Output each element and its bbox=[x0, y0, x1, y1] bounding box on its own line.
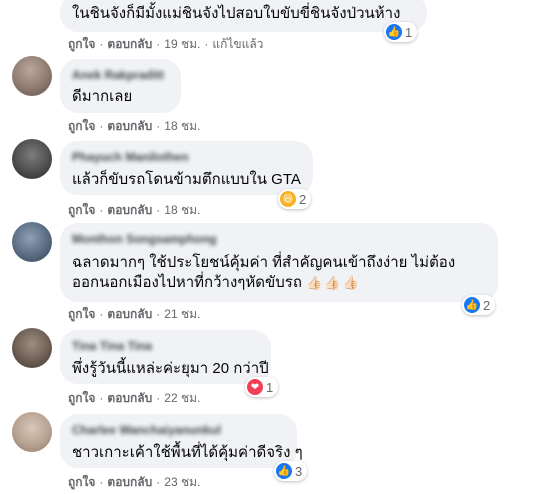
like-link[interactable]: ถูกใจ bbox=[68, 203, 95, 217]
comment-text: แล้วก็ขับรถโดนข้ามตึกแบบใน GTA bbox=[72, 171, 301, 188]
comment-text: ดีมากเลย bbox=[72, 88, 133, 105]
like-link[interactable]: ถูกใจ bbox=[68, 37, 95, 51]
timestamp[interactable]: 19 ชม. bbox=[164, 37, 200, 51]
comment-actions: ถูกใจ · ตอบกลับ · 18 ชม. bbox=[68, 119, 201, 133]
reply-link[interactable]: ตอบกลับ bbox=[107, 203, 152, 217]
comment-bubble: Anek Rakpraditt ดีมากเลย bbox=[60, 59, 181, 113]
haha-icon: 😆 bbox=[280, 191, 296, 207]
like-icon: 👍 bbox=[464, 297, 480, 313]
timestamp[interactable]: 21 ชม. bbox=[164, 307, 200, 321]
reaction-count: 3 bbox=[295, 463, 303, 479]
comment-author[interactable]: Monthon Songsamphong bbox=[72, 231, 486, 247]
like-link[interactable]: ถูกใจ bbox=[68, 475, 95, 489]
reaction-summary[interactable]: 👍 2 bbox=[462, 295, 496, 315]
like-link[interactable]: ถูกใจ bbox=[68, 119, 95, 133]
reaction-summary[interactable]: ❤ 1 bbox=[245, 377, 279, 397]
avatar[interactable] bbox=[12, 56, 52, 96]
reaction-summary[interactable]: 👍 1 bbox=[384, 22, 418, 42]
comment-author[interactable]: Phayuch Manilothen bbox=[72, 149, 301, 165]
comment-bubble: ในชินจังก็มีมั้งแม่ชินจังไปสอบใบขับขี่ชิ… bbox=[60, 0, 427, 32]
like-icon: 👍 bbox=[386, 24, 402, 40]
comment-text-line-2-body: ออกนอกเมืองไปหาที่กว้างๆหัดขับรถ bbox=[72, 274, 302, 291]
comment-bubble: Monthon Songsamphong ฉลาดมากๆ ใช้ประโยชน… bbox=[60, 223, 498, 302]
timestamp[interactable]: 22 ชม. bbox=[164, 391, 200, 405]
like-link[interactable]: ถูกใจ bbox=[68, 307, 95, 321]
comment-text: ในชินจังก็มีมั้งแม่ชินจังไปสอบใบขับขี่ชิ… bbox=[72, 5, 401, 22]
comment-actions: ถูกใจ · ตอบกลับ · 21 ชม. bbox=[68, 307, 201, 321]
comment-bubble: Tina Tina Tina พึ่งรู้วันนี้แหล่ะค่ะยุมา… bbox=[60, 330, 271, 384]
reaction-summary[interactable]: 👍 3 bbox=[274, 461, 308, 481]
reaction-count: 2 bbox=[483, 297, 491, 313]
comment-actions: ถูกใจ · ตอบกลับ · 18 ชม. bbox=[68, 203, 201, 217]
comment-text-line-2: ออกนอกเมืองไปหาที่กว้างๆหัดขับรถ 👍🏻👍🏻👍🏻 bbox=[72, 273, 486, 293]
edited-label: แก้ไขแล้ว bbox=[212, 37, 264, 51]
comment-actions: ถูกใจ · ตอบกลับ · 23 ชม. bbox=[68, 475, 201, 489]
comment-author[interactable]: Charlee Wanchaiyanunkul bbox=[72, 422, 285, 438]
comment-text: พึ่งรู้วันนี้แหล่ะค่ะยุมา 20 กว่าปี bbox=[72, 360, 269, 377]
reaction-count: 1 bbox=[266, 379, 274, 395]
comment-text: ชาวเกาะเค้าใช้พื้นที่ได้คุ้มค่าดีจริง ๆ bbox=[72, 444, 303, 461]
comment-actions: ถูกใจ · ตอบกลับ · 22 ชม. bbox=[68, 391, 201, 405]
like-link[interactable]: ถูกใจ bbox=[68, 391, 95, 405]
comment-author[interactable]: Anek Rakpraditt bbox=[72, 67, 169, 83]
comment-bubble: Charlee Wanchaiyanunkul ชาวเกาะเค้าใช้พื… bbox=[60, 414, 303, 468]
thumbs-up-emoji: 👍🏻👍🏻👍🏻 bbox=[306, 275, 361, 290]
reply-link[interactable]: ตอบกลับ bbox=[107, 119, 152, 133]
reaction-summary[interactable]: 😆 2 bbox=[278, 189, 312, 209]
like-icon: 👍 bbox=[276, 463, 292, 479]
avatar[interactable] bbox=[12, 328, 52, 368]
reaction-count: 2 bbox=[299, 191, 307, 207]
timestamp[interactable]: 23 ชม. bbox=[164, 475, 200, 489]
comment-actions: ถูกใจ · ตอบกลับ · 19 ชม. · แก้ไขแล้ว bbox=[68, 37, 264, 51]
reply-link[interactable]: ตอบกลับ bbox=[107, 307, 152, 321]
reaction-count: 1 bbox=[405, 24, 413, 40]
reply-link[interactable]: ตอบกลับ bbox=[107, 475, 152, 489]
avatar[interactable] bbox=[12, 412, 52, 452]
love-icon: ❤ bbox=[247, 379, 263, 395]
comment-bubble: Phayuch Manilothen แล้วก็ขับรถโดนข้ามตึก… bbox=[60, 141, 313, 195]
timestamp[interactable]: 18 ชม. bbox=[164, 203, 200, 217]
avatar[interactable] bbox=[12, 139, 52, 179]
comment-text-line-1: ฉลาดมากๆ ใช้ประโยชน์คุ้มค่า ที่สำคัญคนเข… bbox=[72, 254, 456, 271]
reply-link[interactable]: ตอบกลับ bbox=[107, 37, 152, 51]
reply-link[interactable]: ตอบกลับ bbox=[107, 391, 152, 405]
comment-author[interactable]: Tina Tina Tina bbox=[72, 338, 259, 354]
timestamp[interactable]: 18 ชม. bbox=[164, 119, 200, 133]
avatar[interactable] bbox=[12, 222, 52, 262]
